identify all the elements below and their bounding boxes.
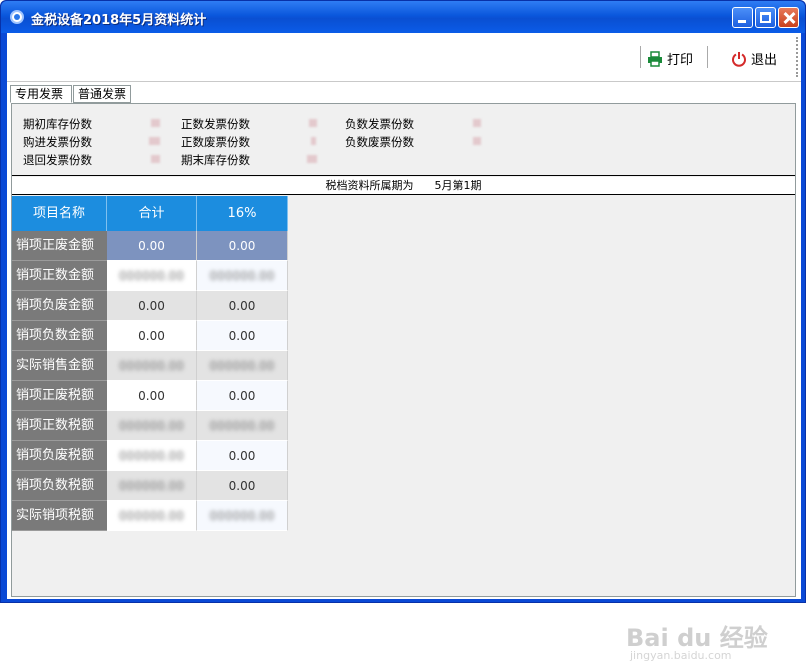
column-header-16pct[interactable]: 16% xyxy=(197,196,288,231)
client-area: 打印 退出 专用发票 普通发票 期初库存份数 购进发票份数 退回发票份数 正数发… xyxy=(7,33,801,662)
cell-total[interactable]: 000000.00 xyxy=(107,411,197,441)
print-button[interactable]: 打印 xyxy=(647,49,693,68)
redacted-value xyxy=(309,119,317,127)
column-header-item[interactable]: 项目名称 xyxy=(12,196,107,231)
redacted-value xyxy=(473,119,481,127)
exit-button[interactable]: 退出 xyxy=(731,49,777,68)
row-header[interactable]: 销项负数税额 xyxy=(12,471,107,501)
cell-value: 0.00 xyxy=(228,449,256,463)
cell-total[interactable]: 0.00 xyxy=(107,291,197,321)
cell-16pct[interactable]: 0.00 xyxy=(197,321,288,351)
app-window: 金税设备2018年5月资料统计 打印 退出 专用发票 普通发票 期初库存份数 购… xyxy=(0,0,806,662)
toolbar-separator xyxy=(707,46,708,68)
cell-16pct[interactable]: 000000.00 xyxy=(197,501,288,531)
cell-value: 0.00 xyxy=(138,329,165,343)
cell-16pct[interactable]: 0.00 xyxy=(197,291,288,321)
cell-16pct[interactable]: 0.00 xyxy=(197,471,288,501)
cell-total[interactable]: 0.00 xyxy=(107,381,197,411)
stat-label: 期末库存份数 xyxy=(181,153,250,167)
redacted-value xyxy=(149,137,160,145)
redacted-value xyxy=(311,137,316,145)
row-header[interactable]: 销项负废税额 xyxy=(12,441,107,471)
period-value: 5月第1期 xyxy=(434,179,482,192)
cell-total[interactable]: 000000.00 xyxy=(107,441,197,471)
cell-total[interactable]: 000000.00 xyxy=(107,471,197,501)
tab-special-invoice[interactable]: 专用发票 xyxy=(10,85,72,103)
tab-normal-invoice[interactable]: 普通发票 xyxy=(73,85,131,103)
cell-16pct[interactable]: 000000.00 xyxy=(197,351,288,381)
cell-16pct[interactable]: 0.00 xyxy=(197,381,288,411)
row-header[interactable]: 实际销售金额 xyxy=(12,351,107,381)
cell-value: 0.00 xyxy=(228,239,256,253)
print-label: 打印 xyxy=(667,53,694,68)
row-header[interactable]: 销项正废税额 xyxy=(12,381,107,411)
cell-value: 0.00 xyxy=(138,389,165,403)
exit-label: 退出 xyxy=(751,53,778,68)
maximize-button[interactable] xyxy=(755,7,776,28)
minimize-button[interactable] xyxy=(732,7,753,28)
cell-total[interactable]: 0.00 xyxy=(107,321,197,351)
watermark: Bai du 经验 xyxy=(626,624,768,652)
cell-16pct[interactable]: 0.00 xyxy=(197,441,288,471)
stat-label: 购进发票份数 xyxy=(23,135,92,149)
stat-label: 退回发票份数 xyxy=(23,153,92,167)
tab-panel: 期初库存份数 购进发票份数 退回发票份数 正数发票份数 正数废票份数 期末库存份… xyxy=(11,103,796,662)
cell-value: 000000.00 xyxy=(119,509,184,523)
cell-value: 0.00 xyxy=(228,479,256,493)
stat-label: 负数发票份数 xyxy=(345,117,414,131)
cell-value: 0.00 xyxy=(138,239,165,253)
cell-16pct[interactable]: 0.00 xyxy=(197,231,288,261)
period-label: 税档资料所属期为 xyxy=(325,179,414,192)
cell-value: 000000.00 xyxy=(209,269,275,283)
window-title: 金税设备2018年5月资料统计 xyxy=(31,13,207,28)
toolbar-separator xyxy=(640,46,641,68)
cell-total[interactable]: 000000.00 xyxy=(107,261,197,291)
row-header[interactable]: 销项负废金额 xyxy=(12,291,107,321)
stat-label: 正数废票份数 xyxy=(181,135,250,149)
cell-value: 0.00 xyxy=(228,389,256,403)
cell-total[interactable]: 000000.00 xyxy=(107,501,197,531)
cell-value: 000000.00 xyxy=(119,359,184,373)
cell-total[interactable]: 0.00 xyxy=(107,231,197,261)
title-bar[interactable]: 金税设备2018年5月资料统计 xyxy=(1,1,805,33)
stat-label: 负数废票份数 xyxy=(345,135,414,149)
cell-value: 000000.00 xyxy=(119,479,184,493)
cell-value: 000000.00 xyxy=(119,419,184,433)
row-header[interactable]: 实际销项税额 xyxy=(12,501,107,531)
stats-area: 期初库存份数 购进发票份数 退回发票份数 正数发票份数 正数废票份数 期末库存份… xyxy=(12,104,795,176)
cell-value: 0.00 xyxy=(138,299,165,313)
redacted-value xyxy=(473,137,481,145)
redacted-value xyxy=(307,155,317,163)
cell-value: 000000.00 xyxy=(209,359,275,373)
stat-label: 正数发票份数 xyxy=(181,117,250,131)
cell-value: 000000.00 xyxy=(209,419,275,433)
redacted-value xyxy=(151,155,160,163)
summary-table: 项目名称 合计 16% 销项正废金额 0.00 0.00 销项正数金额 000000.0… xyxy=(12,196,288,531)
toolbar: 打印 退出 xyxy=(7,33,801,82)
printer-icon xyxy=(648,50,662,67)
close-button[interactable] xyxy=(778,7,799,28)
toolbar-grip[interactable] xyxy=(796,37,798,77)
row-header[interactable]: 销项正数税额 xyxy=(12,411,107,441)
column-header-total[interactable]: 合计 xyxy=(107,196,197,231)
row-header[interactable]: 销项正废金额 xyxy=(12,231,107,261)
cell-16pct[interactable]: 000000.00 xyxy=(197,411,288,441)
cell-value: 000000.00 xyxy=(119,269,184,283)
cell-value: 000000.00 xyxy=(119,449,184,463)
watermark-url: jingyan.baidu.com xyxy=(630,649,732,662)
stat-label: 期初库存份数 xyxy=(23,117,92,131)
cell-value: 0.00 xyxy=(228,299,256,313)
period-bar: 税档资料所属期为 5月第1期 xyxy=(12,177,795,195)
cell-value: 000000.00 xyxy=(209,509,275,523)
row-header[interactable]: 销项负数金额 xyxy=(12,321,107,351)
redacted-value xyxy=(151,119,160,127)
cell-16pct[interactable]: 000000.00 xyxy=(197,261,288,291)
power-icon xyxy=(732,51,746,67)
cell-total[interactable]: 000000.00 xyxy=(107,351,197,381)
cell-value: 0.00 xyxy=(228,329,256,343)
row-header[interactable]: 销项正数金额 xyxy=(12,261,107,291)
app-icon xyxy=(10,10,24,24)
